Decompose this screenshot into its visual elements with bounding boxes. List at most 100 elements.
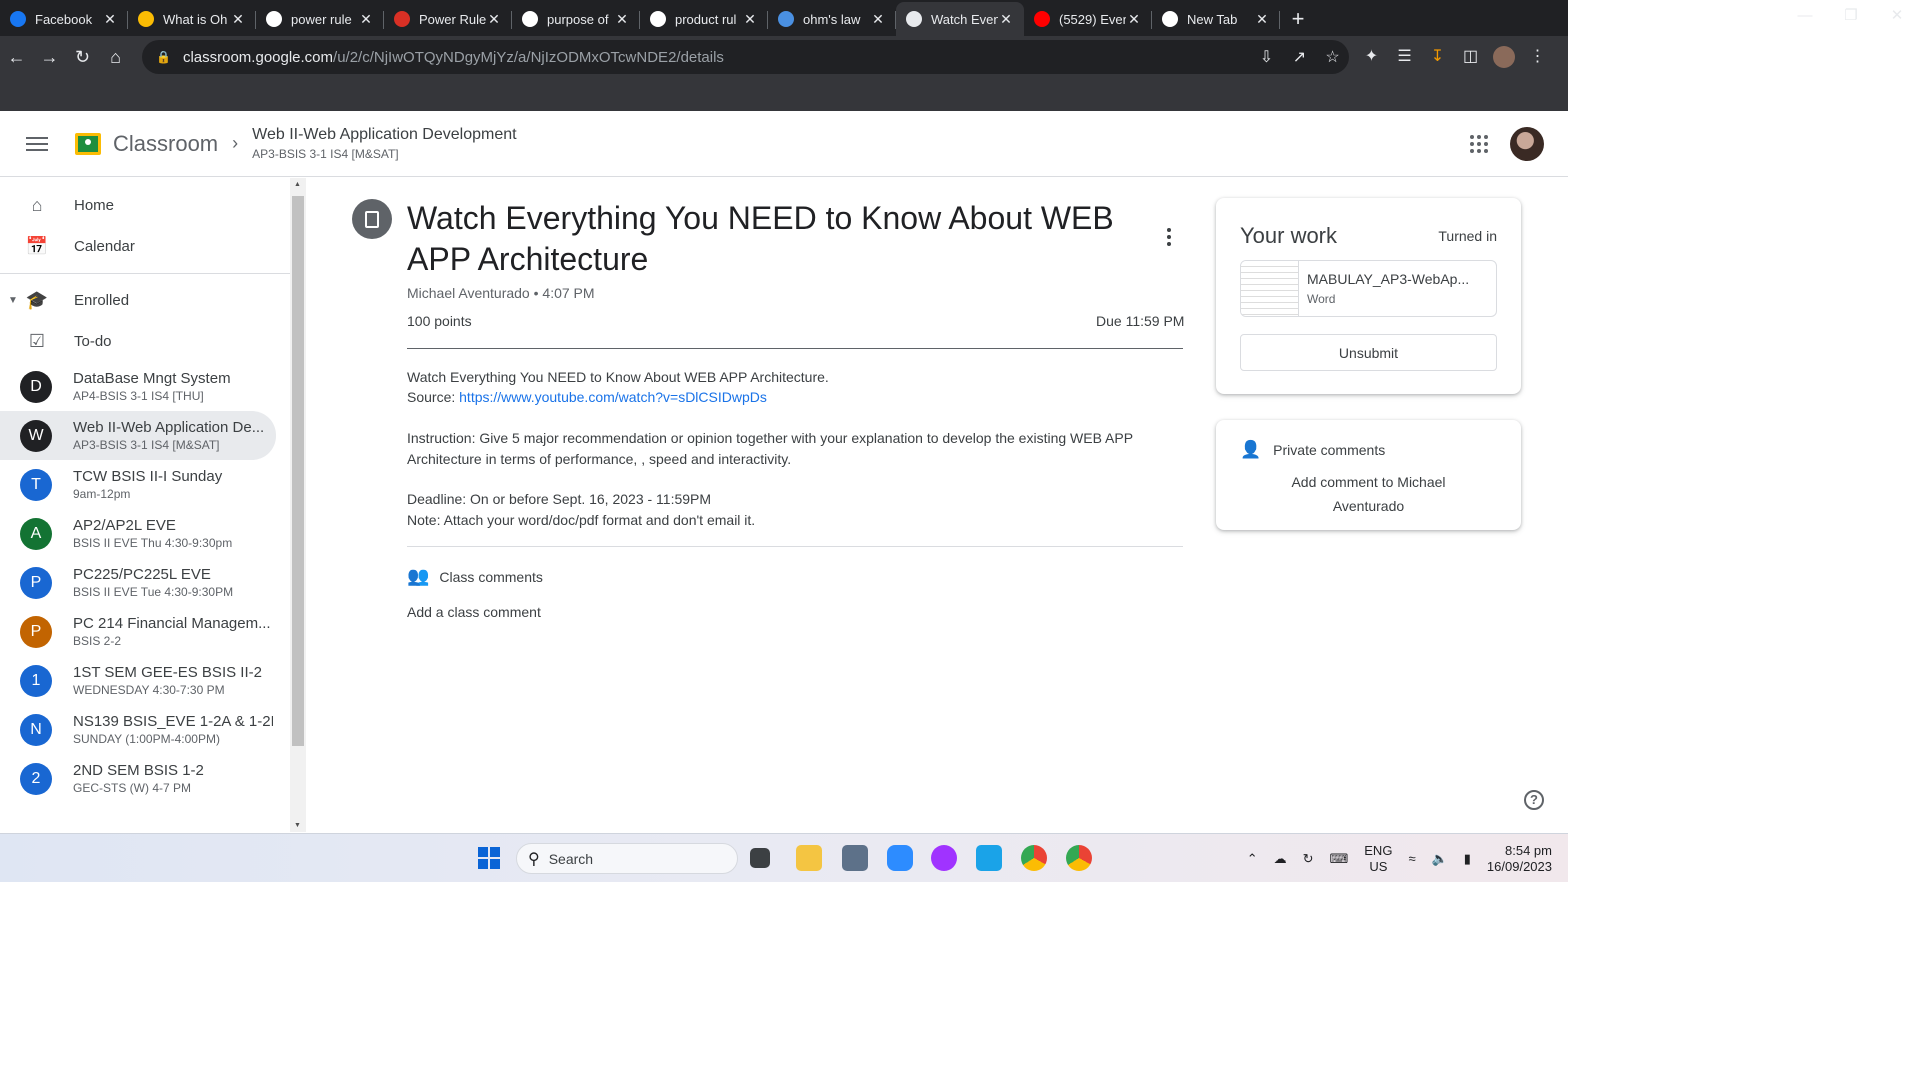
- class-item-section: BSIS II EVE Thu 4:30-9:30pm: [73, 536, 233, 550]
- browser-tab[interactable]: ohm's law ✕: [768, 2, 896, 36]
- chrome-icon[interactable]: [1021, 845, 1047, 871]
- sidebar-item-calendar[interactable]: 📅 Calendar: [0, 226, 305, 267]
- sidebar-scrollbar[interactable]: ▲ ▼: [290, 178, 306, 832]
- browser-tab[interactable]: purpose of ✕: [512, 2, 640, 36]
- close-tab-icon[interactable]: ✕: [486, 11, 502, 28]
- zoom-icon[interactable]: [887, 845, 913, 871]
- close-tab-icon[interactable]: ✕: [742, 11, 758, 28]
- media-queue-icon[interactable]: ☰: [1388, 46, 1421, 68]
- close-tab-icon[interactable]: ✕: [230, 11, 246, 28]
- close-tab-icon[interactable]: ✕: [614, 11, 630, 28]
- help-icon[interactable]: ?: [1524, 790, 1544, 810]
- forward-icon[interactable]: →: [33, 47, 66, 68]
- sidebar-item-todo[interactable]: ☑ To-do: [0, 321, 305, 362]
- chrome-profile-icon[interactable]: [1066, 845, 1092, 871]
- keyboard-icon[interactable]: ⌨: [1330, 851, 1349, 867]
- restore-icon[interactable]: ❐: [1828, 0, 1874, 34]
- share-icon[interactable]: ↗: [1283, 47, 1316, 67]
- scroll-up-icon[interactable]: ▲: [294, 181, 301, 188]
- lock-icon[interactable]: 🔒: [156, 50, 171, 64]
- browser-tab[interactable]: (5529) Even ✕: [1024, 2, 1152, 36]
- bookmark-star-icon[interactable]: ☆: [1316, 47, 1349, 67]
- extensions-icon[interactable]: ✦: [1355, 46, 1388, 68]
- task-view-icon[interactable]: [750, 848, 770, 868]
- close-window-icon[interactable]: ✕: [1874, 0, 1920, 34]
- source-label: Source:: [407, 389, 460, 406]
- chevron-up-icon[interactable]: ⌃: [1247, 851, 1258, 867]
- browser-tab[interactable]: Facebook ✕: [0, 2, 128, 36]
- class-name[interactable]: Web II-Web Application Development: [252, 126, 516, 144]
- taskbar-search[interactable]: ⚲ Search: [516, 843, 738, 874]
- browser-tab[interactable]: What is Oh ✕: [128, 2, 256, 36]
- sidebar-class-item[interactable]: A AP2/AP2L EVE BSIS II EVE Thu 4:30-9:30pm: [0, 509, 305, 558]
- add-class-comment-link[interactable]: Add a class comment: [407, 604, 541, 620]
- class-initial-avatar: D: [20, 370, 52, 403]
- minimize-icon[interactable]: —: [1782, 0, 1828, 34]
- messenger-icon[interactable]: [931, 845, 957, 871]
- side-panel-icon[interactable]: ◫: [1454, 46, 1487, 68]
- browser-menu-icon[interactable]: ⋮: [1521, 46, 1554, 68]
- browser-tab[interactable]: product rul ✕: [640, 2, 768, 36]
- calculator-icon[interactable]: [842, 845, 868, 871]
- back-icon[interactable]: ←: [0, 47, 33, 68]
- profile-avatar[interactable]: [1493, 46, 1515, 68]
- close-tab-icon[interactable]: ✕: [1254, 11, 1270, 28]
- onedrive-icon[interactable]: ☁: [1274, 851, 1287, 867]
- sidebar-class-item[interactable]: 1 1ST SEM GEE-ES BSIS II-2 WEDNESDAY 4:30-…: [0, 656, 305, 705]
- close-tab-icon[interactable]: ✕: [870, 11, 886, 28]
- browser-tab[interactable]: Watch Even ✕: [896, 2, 1024, 36]
- volume-icon[interactable]: 🔈: [1432, 851, 1448, 867]
- due-date: Due 11:59 PM: [1096, 313, 1185, 329]
- sync-icon[interactable]: ↻: [1303, 851, 1314, 867]
- battery-icon[interactable]: ▮: [1464, 851, 1471, 867]
- main-menu-icon[interactable]: [26, 136, 48, 151]
- sidebar-class-item[interactable]: T TCW BSIS II-I Sunday 9am-12pm: [0, 460, 305, 509]
- home-icon[interactable]: ⌂: [99, 47, 132, 68]
- browser-tab[interactable]: power rule ✕: [256, 2, 384, 36]
- browser-tab[interactable]: Power Rule ✕: [384, 2, 512, 36]
- install-icon[interactable]: ⇩: [1250, 47, 1283, 67]
- reload-icon[interactable]: ↻: [66, 47, 99, 68]
- breadcrumb[interactable]: Web II-Web Application Development AP3-B…: [252, 126, 516, 161]
- clock[interactable]: 8:54 pm 16/09/2023: [1487, 843, 1552, 875]
- google-apps-icon[interactable]: [1470, 135, 1488, 153]
- youtube-icon: [1034, 11, 1050, 27]
- sidebar-class-item[interactable]: P PC225/PC225L EVE BSIS II EVE Tue 4:30-9:…: [0, 558, 305, 607]
- private-comments-header: 👤 Private comments: [1240, 440, 1385, 460]
- source-link[interactable]: https://www.youtube.com/watch?v=sDlCSIDw…: [459, 389, 767, 405]
- unsubmit-button[interactable]: Unsubmit: [1240, 334, 1497, 371]
- close-tab-icon[interactable]: ✕: [998, 11, 1014, 28]
- language-indicator[interactable]: ENG US: [1364, 843, 1392, 875]
- more-options-icon[interactable]: [1167, 228, 1171, 246]
- close-tab-icon[interactable]: ✕: [1126, 11, 1142, 28]
- scrollbar-thumb[interactable]: [292, 196, 304, 746]
- attachment-card[interactable]: MABULAY_AP3-WebAp... Word: [1240, 260, 1497, 317]
- close-tab-icon[interactable]: ✕: [358, 11, 374, 28]
- sidebar-item-home[interactable]: ⌂ Home: [0, 185, 305, 226]
- source-line: Source: https://www.youtube.com/watch?v=…: [407, 387, 1183, 407]
- sidebar-class-item[interactable]: P PC 214 Financial Managem... BSIS 2-2: [0, 607, 305, 656]
- windows-start-icon[interactable]: [478, 847, 500, 869]
- sidebar-class-item[interactable]: W Web II-Web Application De... AP3-BSIS 3-…: [0, 411, 276, 460]
- sidebar-class-item[interactable]: D DataBase Mngt System AP4-BSIS 3-1 IS4 [T…: [0, 362, 305, 411]
- scroll-down-icon[interactable]: ▼: [294, 822, 301, 829]
- sidebar-class-item[interactable]: N NS139 BSIS_EVE 1-2A & 1-2B SUNDAY (1:00P…: [0, 705, 305, 754]
- add-private-comment-link[interactable]: Add comment to Michael Aventurado: [1256, 470, 1481, 518]
- url-bar[interactable]: 🔒 classroom.google.com/u/2/c/NjIwOTQyNDg…: [142, 40, 1349, 74]
- class-section: AP3-BSIS 3-1 IS4 [M&SAT]: [252, 147, 399, 161]
- wifi-icon[interactable]: ≈: [1408, 851, 1415, 866]
- sidebar-item-enrolled[interactable]: ▼ 🎓 Enrolled: [0, 280, 305, 321]
- sidebar-class-item[interactable]: 2 2ND SEM BSIS 1-2 GEC-STS (W) 4-7 PM: [0, 754, 305, 803]
- close-tab-icon[interactable]: ✕: [102, 11, 118, 28]
- new-tab-icon[interactable]: +: [1280, 2, 1316, 36]
- private-comments-card: 👤 Private comments Add comment to Michae…: [1216, 420, 1521, 530]
- account-avatar[interactable]: [1510, 127, 1544, 161]
- notepad-icon[interactable]: [976, 845, 1002, 871]
- caret-down-icon[interactable]: ▼: [8, 295, 18, 306]
- app-name[interactable]: Classroom: [113, 131, 218, 157]
- browser-tab[interactable]: New Tab ✕: [1152, 2, 1280, 36]
- tab-title: Facebook: [35, 11, 93, 27]
- file-explorer-icon[interactable]: [796, 845, 822, 871]
- classroom-logo-icon[interactable]: [75, 132, 101, 155]
- download-icon[interactable]: ↧: [1421, 46, 1454, 68]
